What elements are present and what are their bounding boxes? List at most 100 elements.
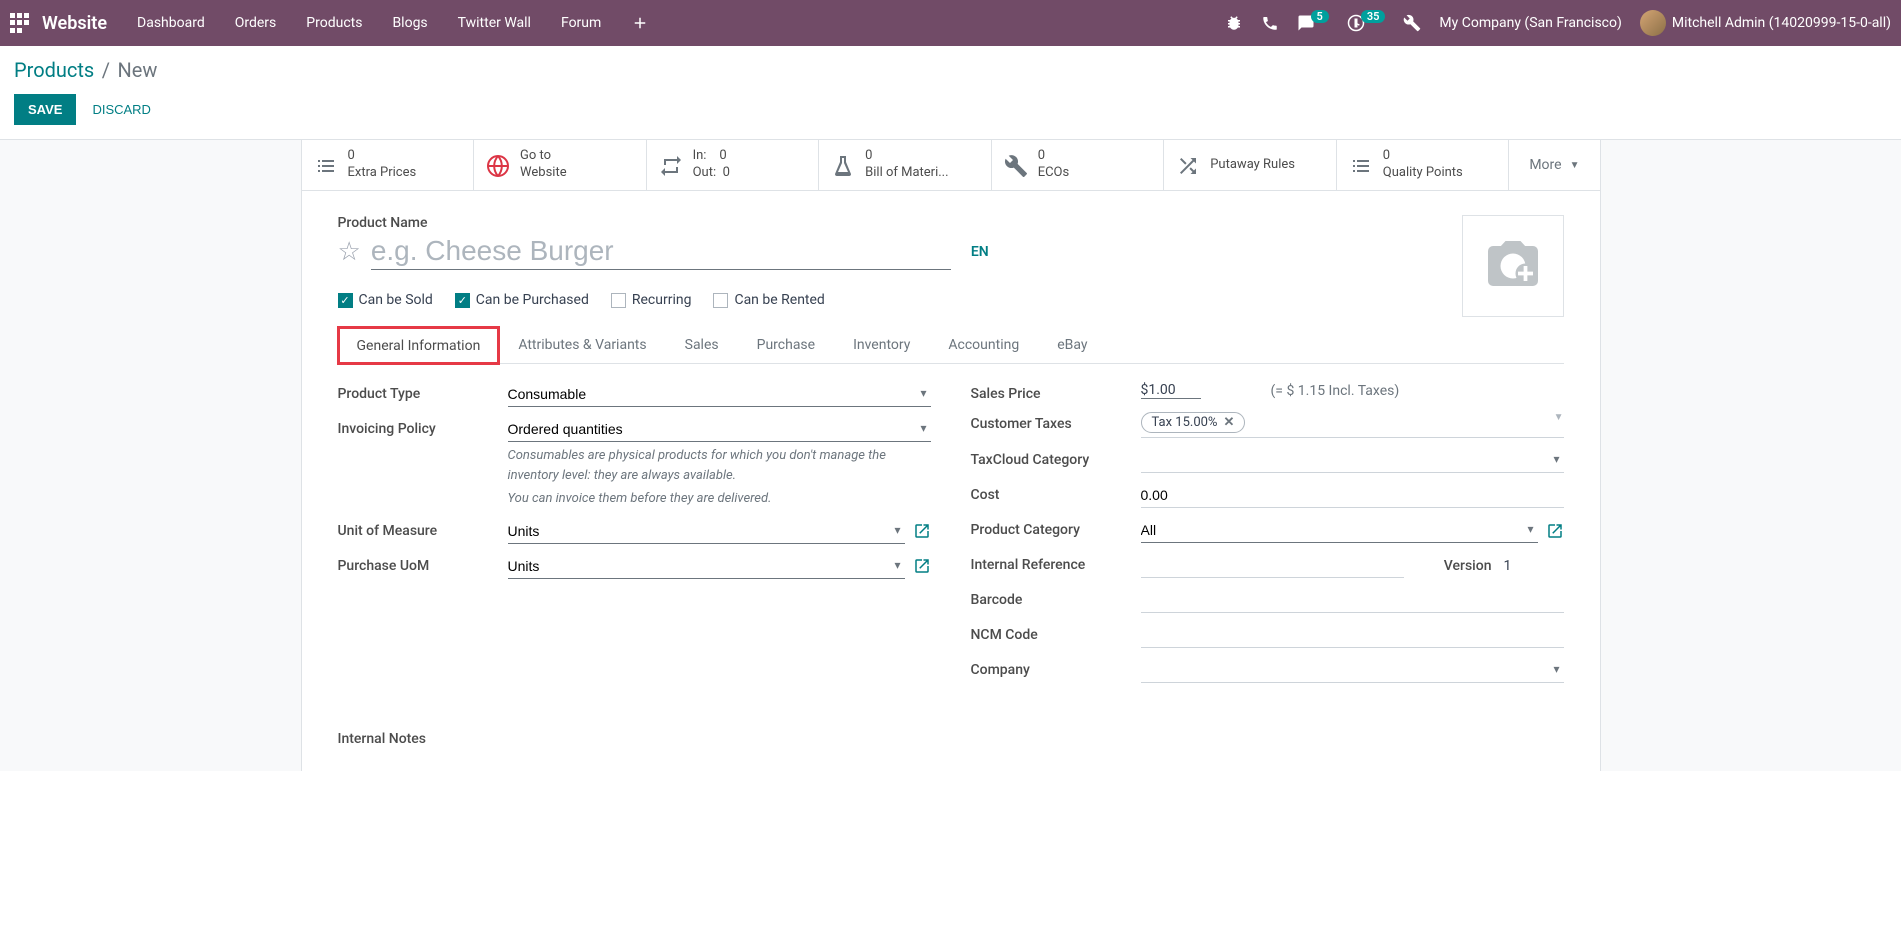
- nav-products[interactable]: Products: [306, 15, 362, 31]
- label-product-category: Product Category: [971, 518, 1141, 538]
- label-barcode: Barcode: [971, 588, 1141, 608]
- action-bar: SAVE DISCARD: [0, 90, 1901, 139]
- stat-more[interactable]: More ▼: [1509, 140, 1599, 190]
- label-uom: Unit of Measure: [338, 519, 508, 539]
- checkbox-can-be-rented[interactable]: Can be Rented: [713, 292, 824, 308]
- cost-input[interactable]: [1141, 483, 1564, 508]
- activities-icon[interactable]: 35: [1347, 14, 1386, 32]
- company-selector[interactable]: My Company (San Francisco): [1439, 15, 1621, 31]
- list-icon: [314, 152, 338, 178]
- checkbox-icon: [338, 293, 353, 308]
- breadcrumb: Products / New: [0, 46, 1901, 90]
- app-brand[interactable]: Website: [42, 13, 107, 34]
- tab-purchase[interactable]: Purchase: [738, 326, 834, 363]
- tools-icon[interactable]: [1403, 14, 1421, 32]
- label-product-type: Product Type: [338, 382, 508, 402]
- activities-badge: 35: [1361, 10, 1386, 23]
- transfer-icon: [659, 152, 683, 178]
- nav-twitter-wall[interactable]: Twitter Wall: [458, 15, 531, 31]
- barcode-input[interactable]: [1141, 588, 1564, 613]
- sales-price-value[interactable]: $1.00: [1141, 382, 1201, 399]
- bug-icon[interactable]: [1225, 14, 1243, 32]
- tab-attributes-variants[interactable]: Attributes & Variants: [499, 326, 665, 363]
- nav-blogs[interactable]: Blogs: [392, 15, 427, 31]
- tabs: General Information Attributes & Variant…: [338, 326, 1564, 364]
- chevron-down-icon: ▼: [1570, 160, 1580, 171]
- product-category-select[interactable]: [1141, 518, 1538, 543]
- form-col-left: Product Type Invoicing Policy Consumable…: [338, 382, 931, 693]
- user-menu[interactable]: Mitchell Admin (14020999-15-0-all): [1640, 10, 1891, 36]
- stat-extra-prices[interactable]: 0Extra Prices: [302, 140, 475, 190]
- user-name: Mitchell Admin (14020999-15-0-all): [1672, 15, 1891, 31]
- external-link-icon[interactable]: [913, 522, 931, 540]
- checkbox-can-be-sold[interactable]: Can be Sold: [338, 292, 433, 308]
- ncm-input[interactable]: [1141, 623, 1564, 648]
- favorite-star-icon[interactable]: ☆: [338, 237, 361, 267]
- purchase-uom-select[interactable]: [508, 554, 905, 579]
- label-ncm: NCM Code: [971, 623, 1141, 643]
- shuffle-icon: [1176, 152, 1200, 178]
- tab-sales[interactable]: Sales: [666, 326, 738, 363]
- checkbox-can-be-purchased[interactable]: Can be Purchased: [455, 292, 589, 308]
- nav-forum[interactable]: Forum: [561, 15, 601, 31]
- tab-inventory[interactable]: Inventory: [834, 326, 929, 363]
- stat-bom[interactable]: 0Bill of Materi...: [819, 140, 992, 190]
- invoicing-policy-select[interactable]: [508, 417, 931, 442]
- external-link-icon[interactable]: [913, 557, 931, 575]
- external-link-icon[interactable]: [1546, 522, 1564, 540]
- label-customer-taxes: Customer Taxes: [971, 412, 1141, 432]
- company-select[interactable]: [1141, 658, 1564, 683]
- avatar: [1640, 10, 1666, 36]
- product-image-upload[interactable]: [1462, 215, 1564, 317]
- stat-putaway[interactable]: Putaway Rules: [1164, 140, 1337, 190]
- form-body: Product Name ☆ EN Can be Sold Can be Pur…: [302, 191, 1600, 771]
- wrench-icon: [1004, 152, 1028, 178]
- product-type-select[interactable]: [508, 382, 931, 407]
- breadcrumb-parent[interactable]: Products: [14, 58, 94, 82]
- messages-badge: 5: [1311, 10, 1329, 23]
- internal-notes-label: Internal Notes: [338, 731, 1564, 747]
- remove-tag-icon[interactable]: ✕: [1223, 415, 1234, 430]
- stat-quality[interactable]: 0Quality Points: [1337, 140, 1510, 190]
- phone-icon[interactable]: [1261, 14, 1279, 32]
- label-taxcloud: TaxCloud Category: [971, 448, 1141, 468]
- internal-reference-input[interactable]: [1141, 553, 1404, 578]
- label-internal-reference: Internal Reference: [971, 553, 1141, 573]
- label-invoicing-policy: Invoicing Policy: [338, 417, 508, 437]
- main-nav: Dashboard Orders Products Blogs Twitter …: [137, 14, 1225, 32]
- checkbox-icon: [713, 293, 728, 308]
- stat-buttons: 0Extra Prices Go toWebsite In: 0 Out: 0 …: [302, 140, 1600, 191]
- messages-icon[interactable]: 5: [1297, 14, 1329, 32]
- taxcloud-select[interactable]: [1141, 448, 1564, 473]
- product-name-input[interactable]: [371, 233, 951, 270]
- checkbox-recurring[interactable]: Recurring: [611, 292, 692, 308]
- tax-tag[interactable]: Tax 15.00%✕: [1141, 412, 1246, 433]
- tab-accounting[interactable]: Accounting: [929, 326, 1038, 363]
- general-info-form: Product Type Invoicing Policy Consumable…: [338, 364, 1564, 711]
- label-cost: Cost: [971, 483, 1141, 503]
- breadcrumb-current: New: [117, 58, 157, 82]
- label-purchase-uom: Purchase UoM: [338, 554, 508, 574]
- breadcrumb-separator: /: [102, 58, 110, 82]
- nav-dashboard[interactable]: Dashboard: [137, 15, 205, 31]
- globe-icon: [486, 152, 510, 178]
- topbar-right: 5 35 My Company (San Francisco) Mitchell…: [1225, 10, 1891, 36]
- product-name-label: Product Name: [338, 215, 1564, 231]
- label-version: Version: [1444, 558, 1492, 574]
- discard-button[interactable]: DISCARD: [92, 102, 151, 117]
- list-icon: [1349, 152, 1373, 178]
- nav-add-icon[interactable]: [631, 14, 649, 32]
- save-button[interactable]: SAVE: [14, 94, 76, 125]
- chevron-down-icon[interactable]: ▼: [1554, 412, 1564, 433]
- stat-goto-website[interactable]: Go toWebsite: [474, 140, 647, 190]
- stat-ecos[interactable]: 0ECOs: [992, 140, 1165, 190]
- apps-menu-icon[interactable]: [10, 13, 30, 33]
- tab-ebay[interactable]: eBay: [1038, 326, 1106, 363]
- language-badge[interactable]: EN: [971, 244, 989, 260]
- stat-in-out[interactable]: In: 0 Out: 0: [647, 140, 820, 190]
- version-value: 1: [1504, 558, 1564, 574]
- tab-general-information[interactable]: General Information: [338, 327, 500, 364]
- nav-orders[interactable]: Orders: [235, 15, 277, 31]
- uom-select[interactable]: [508, 519, 905, 544]
- flask-icon: [831, 152, 855, 178]
